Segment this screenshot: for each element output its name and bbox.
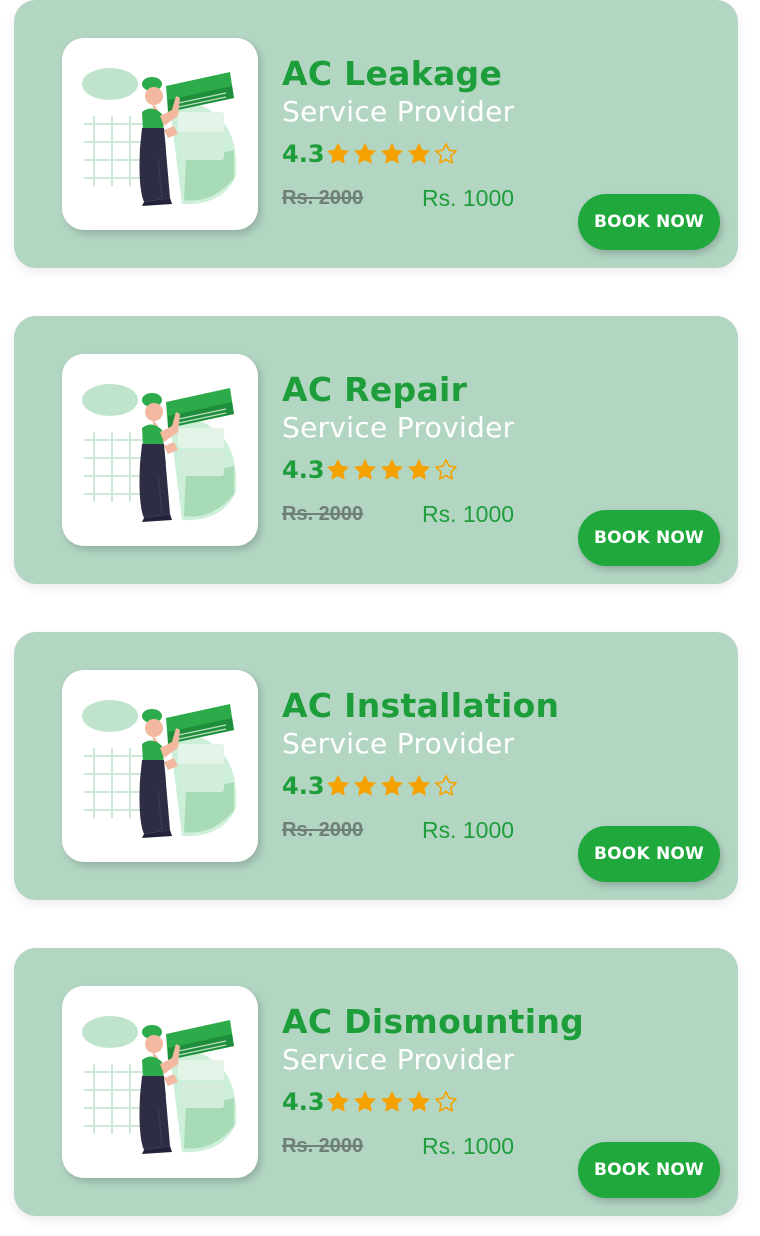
discounted-price: Rs. 1000 (422, 817, 515, 843)
star-filled-icon (408, 775, 430, 796)
star-outline-icon (435, 143, 457, 164)
star-rating (326, 1090, 458, 1114)
service-title: AC Dismounting (282, 1002, 585, 1041)
service-card-ac-repair[interactable]: AC Repair Service Provider 4.3 Rs. 2000 … (14, 316, 738, 584)
service-image (62, 986, 258, 1178)
star-outline-icon (435, 459, 457, 480)
service-subtitle: Service Provider (282, 95, 515, 128)
star-filled-icon (327, 1091, 349, 1112)
star-filled-icon (354, 459, 376, 480)
rating-value: 4.3 (282, 140, 325, 168)
rating-value: 4.3 (282, 1088, 325, 1116)
original-price: Rs. 2000 (282, 1135, 364, 1157)
original-price: Rs. 2000 (282, 503, 364, 525)
service-image (62, 354, 258, 546)
service-image (62, 38, 258, 230)
star-filled-icon (381, 143, 403, 164)
discounted-price: Rs. 1000 (422, 1133, 515, 1159)
discounted-price: Rs. 1000 (422, 185, 515, 211)
star-filled-icon (327, 143, 349, 164)
book-now-button[interactable]: BOOK NOW (578, 826, 720, 882)
star-rating (326, 774, 458, 798)
service-list: AC Leakage Service Provider 4.3 Rs. 2000… (0, 0, 760, 1236)
star-filled-icon (354, 1091, 376, 1112)
original-price: Rs. 2000 (282, 819, 364, 841)
star-rating (326, 142, 458, 166)
service-title: AC Installation (282, 686, 560, 725)
star-filled-icon (408, 1091, 430, 1112)
discounted-price: Rs. 1000 (422, 501, 515, 527)
original-price: Rs. 2000 (282, 187, 364, 209)
star-rating (326, 458, 458, 482)
rating-value: 4.3 (282, 456, 325, 484)
star-filled-icon (408, 143, 430, 164)
star-outline-icon (435, 1091, 457, 1112)
book-now-button[interactable]: BOOK NOW (578, 510, 720, 566)
service-card-ac-leakage[interactable]: AC Leakage Service Provider 4.3 Rs. 2000… (14, 0, 738, 268)
star-filled-icon (327, 775, 349, 796)
service-card-ac-dismounting[interactable]: AC Dismounting Service Provider 4.3 Rs. … (14, 948, 738, 1216)
service-subtitle: Service Provider (282, 727, 515, 760)
service-subtitle: Service Provider (282, 411, 515, 444)
star-filled-icon (381, 1091, 403, 1112)
book-now-button[interactable]: BOOK NOW (578, 1142, 720, 1198)
star-filled-icon (408, 459, 430, 480)
star-filled-icon (327, 459, 349, 480)
star-outline-icon (435, 775, 457, 796)
technician-ac-illustration-icon (82, 384, 237, 522)
service-title: AC Leakage (282, 54, 503, 93)
book-now-button[interactable]: BOOK NOW (578, 194, 720, 250)
star-filled-icon (381, 459, 403, 480)
star-filled-icon (381, 775, 403, 796)
service-subtitle: Service Provider (282, 1043, 515, 1076)
star-filled-icon (354, 143, 376, 164)
rating-value: 4.3 (282, 772, 325, 800)
technician-ac-illustration-icon (82, 700, 237, 838)
technician-ac-illustration-icon (82, 68, 237, 206)
service-card-ac-installation[interactable]: AC Installation Service Provider 4.3 Rs.… (14, 632, 738, 900)
technician-ac-illustration-icon (82, 1016, 237, 1154)
service-image (62, 670, 258, 862)
star-filled-icon (354, 775, 376, 796)
service-title: AC Repair (282, 370, 468, 409)
